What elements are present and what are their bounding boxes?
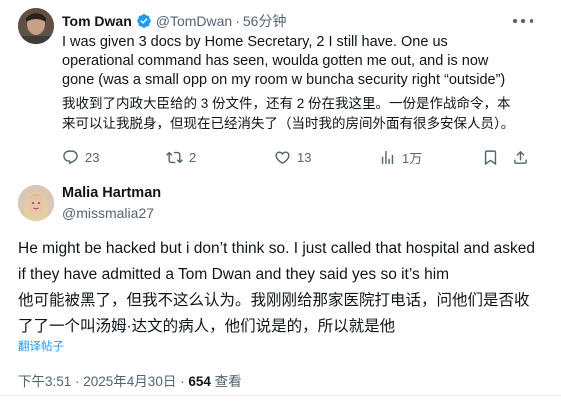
separator-dot: · — [235, 13, 240, 29]
divider — [0, 395, 561, 396]
tweet-actions: 23 2 13 1万 — [62, 147, 527, 167]
like-count: 13 — [297, 149, 312, 165]
reply-author-name[interactable]: Malia Hartman — [62, 185, 161, 201]
share-icon — [514, 150, 527, 164]
post-timestamp[interactable]: 下午3:51 · 2025年4月30日 · — [18, 374, 188, 389]
retweet-icon — [166, 151, 183, 163]
reply-button[interactable]: 23 — [62, 147, 99, 167]
author-handle[interactable]: @TomDwan — [156, 13, 232, 29]
tweet-text: I was given 3 docs by Home Secretary, 2 … — [62, 34, 506, 88]
tweet-header: Tom Dwan @TomDwan · 56分钟 — [62, 12, 286, 30]
reply-count: 23 — [85, 149, 100, 165]
tweet-translation: 我收到了内政大臣给的 3 份文件，还有 2 份在我这里。一份是作战命令，本来可以… — [62, 96, 515, 131]
view-count: 1万 — [402, 150, 423, 166]
reply-view-count: 654 — [188, 374, 211, 389]
reply-text: He might be hacked but i don’t think so.… — [18, 240, 535, 283]
reply-author-handle[interactable]: @missmalia27 — [62, 205, 154, 221]
share-button[interactable] — [512, 147, 529, 167]
verified-badge-icon — [136, 13, 152, 29]
reply-author-avatar[interactable] — [18, 185, 54, 221]
avatar-photo — [18, 8, 54, 44]
views-button[interactable]: 1万 — [379, 147, 422, 167]
like-button[interactable]: 13 — [274, 147, 311, 167]
views-label: 查看 — [210, 374, 242, 389]
heart-icon — [275, 150, 290, 164]
reply-translation: 他可能被黑了，但我不这么认为。我刚刚给那家医院打电话，问他们是否收了了一个叫汤姆… — [18, 292, 530, 335]
reply-icon — [63, 149, 78, 164]
retweet-count: 2 — [189, 149, 197, 165]
retweet-button[interactable]: 2 — [166, 147, 196, 167]
bookmark-button[interactable] — [482, 147, 499, 167]
more-options-icon[interactable] — [513, 13, 533, 29]
author-avatar[interactable] — [18, 8, 54, 44]
analytics-icon — [381, 150, 394, 164]
translate-post-link[interactable]: 翻译帖子 — [18, 338, 64, 354]
post-meta: 下午3:51 · 2025年4月30日 · 654 查看 — [18, 370, 242, 390]
bookmark-icon — [484, 149, 497, 165]
post-time[interactable]: 56分钟 — [243, 11, 287, 31]
avatar-photo — [18, 185, 54, 221]
author-name[interactable]: Tom Dwan — [62, 13, 132, 29]
